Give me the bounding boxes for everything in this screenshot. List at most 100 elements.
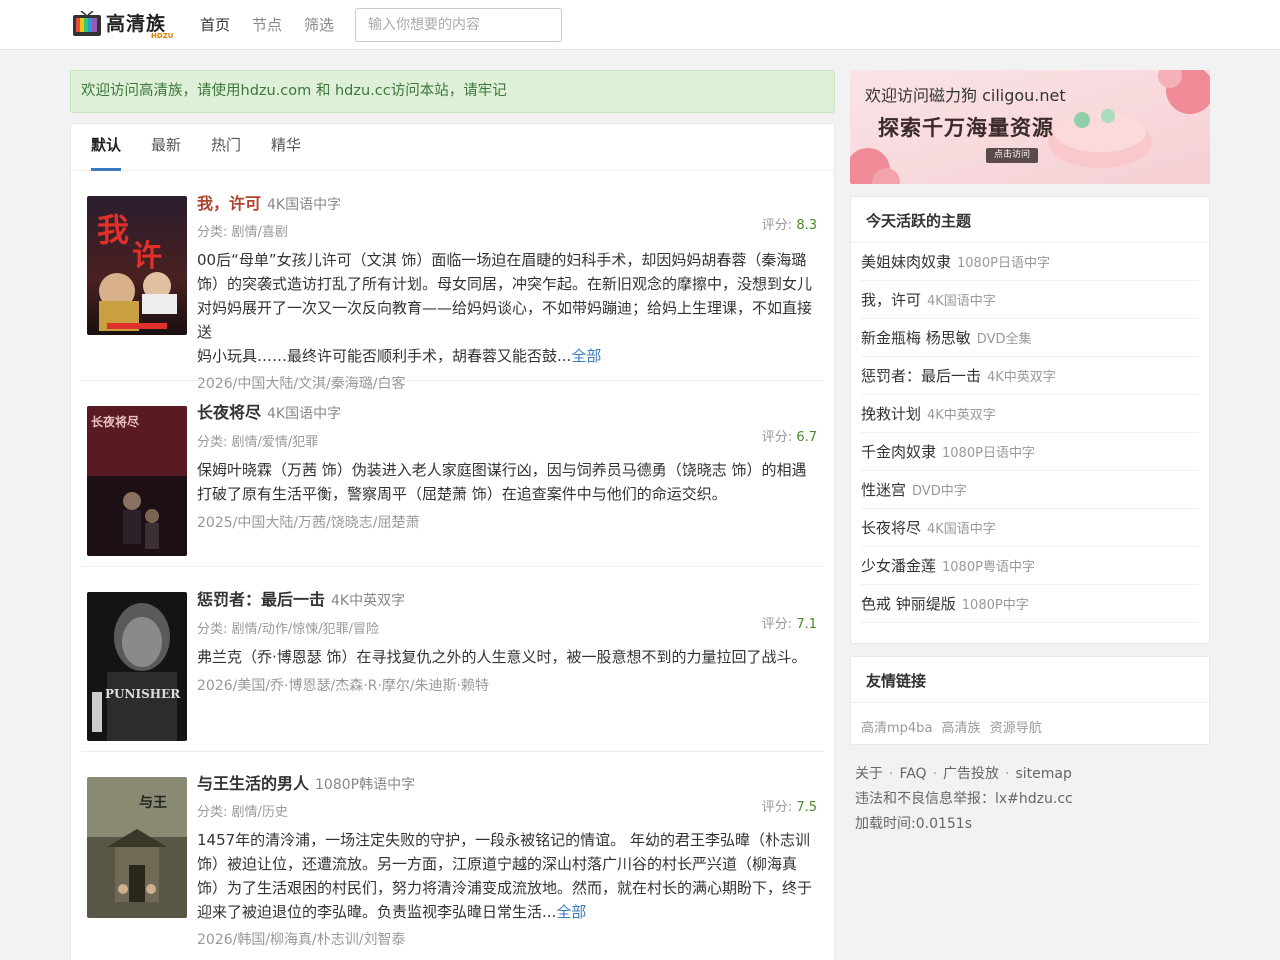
- topic-quality: 4K中英双字: [987, 370, 1056, 385]
- main-nav: 首页 节点 筛选: [200, 0, 356, 50]
- movie-category: 剧情/历史: [231, 805, 288, 820]
- more-link[interactable]: 全部: [571, 347, 601, 365]
- topic-name[interactable]: 惩罚者：最后一击: [861, 367, 981, 385]
- movie-title[interactable]: 与王生活的男人: [197, 774, 309, 793]
- footer-load-time: 加载时间:0.0151s: [855, 816, 972, 832]
- list-item[interactable]: 新金瓶梅 杨思敏 DVD全集: [861, 319, 1199, 357]
- movie-category: 剧情/爱情/犯罪: [231, 435, 319, 450]
- list-item[interactable]: 美姐妹肉奴隶 1080P日语中字: [861, 243, 1199, 281]
- rating-label: 评分:: [761, 800, 793, 815]
- list-item[interactable]: 挽救计划 4K中英双字: [861, 395, 1199, 433]
- nav-filter[interactable]: 筛选: [304, 0, 334, 50]
- movie-description: 00后“母单”女孩儿许可（文淇 饰）面临一场迫在眉睫的妇科手术，却因妈妈胡春蓉（…: [197, 248, 821, 368]
- list-item[interactable]: 惩罚者：最后一击 4K中英双字: [861, 357, 1199, 395]
- topic-name[interactable]: 新金瓶梅 杨思敏: [861, 329, 971, 347]
- movie-quality: 1080P韩语中字: [315, 777, 416, 793]
- nav-home[interactable]: 首页: [200, 0, 230, 50]
- rating-score: 6.7: [796, 430, 817, 445]
- list-item[interactable]: 色戒 钟丽缇版 1080P中字: [861, 585, 1199, 623]
- banner-line2: 探索千万海量资源: [878, 116, 1054, 140]
- tab-default[interactable]: 默认: [91, 124, 122, 171]
- more-link[interactable]: 全部: [556, 903, 586, 921]
- movie-list-panel: 默认 最新 热门 精华 我 许 我，许可 4K国语中字 分类: 剧情/喜剧 评分:: [70, 123, 835, 960]
- topic-quality: 4K中英双字: [927, 408, 996, 423]
- nav-nodes[interactable]: 节点: [252, 0, 282, 50]
- topic-name[interactable]: 我，许可: [861, 291, 921, 309]
- movie-title[interactable]: 惩罚者：最后一击: [197, 590, 325, 609]
- movie-meta: 2026/韩国/柳海真/朴志训/刘智泰: [197, 932, 406, 948]
- banner-line1: 欢迎访问磁力狗 ciligou.net: [865, 86, 1066, 105]
- banner-button[interactable]: 点击访问: [986, 148, 1038, 163]
- movie-poster[interactable]: 长夜将尽: [87, 406, 187, 556]
- movie-quality: 4K国语中字: [267, 197, 342, 213]
- footer-link-sitemap[interactable]: sitemap: [1015, 766, 1071, 782]
- movie-poster[interactable]: PUNISHER: [87, 592, 187, 741]
- list-item[interactable]: 长夜将尽 4K国语中字: [861, 509, 1199, 547]
- movie-quality: 4K国语中字: [267, 406, 342, 422]
- footer-link-faq[interactable]: FAQ: [899, 766, 926, 782]
- topic-quality: 1080P中字: [961, 598, 1029, 613]
- movie-description: 1457年的清泠浦，一场注定失败的守护，一段永被铭记的情谊。 年幼的君王李弘暐（…: [197, 828, 821, 924]
- friend-link[interactable]: 资源导航: [990, 721, 1042, 736]
- friend-link[interactable]: 高清族: [942, 721, 981, 736]
- friend-links-box: 友情链接 高清mp4ba 高清族 资源导航: [850, 656, 1210, 745]
- tab-latest[interactable]: 最新: [151, 124, 181, 171]
- active-topics-list: 美姐妹肉奴隶 1080P日语中字 我，许可 4K国语中字 新金瓶梅 杨思敏 DVD全集…: [851, 243, 1209, 623]
- tab-hot[interactable]: 热门: [211, 124, 241, 171]
- topic-quality: 1080P日语中字: [942, 446, 1035, 461]
- desc-line: 饰）为了生活艰困的村民们，努力将清泠浦变成流放地。然而，就在村长的满心期盼下，终…: [197, 879, 813, 897]
- movie-meta: 2026/美国/乔·博恩瑟/杰森·R·摩尔/朱迪斯·赖特: [197, 678, 490, 694]
- movie-rating: 评分: 8.3: [762, 214, 817, 238]
- desc-line: 00后“母单”女孩儿许可（文淇 饰）面临一场迫在眉睫的妇科手术，却因妈妈胡春蓉（…: [197, 251, 807, 269]
- movie-poster[interactable]: 与王: [87, 777, 187, 918]
- topic-quality: DVD中字: [912, 484, 967, 499]
- list-item[interactable]: 千金肉奴隶 1080P日语中字: [861, 433, 1199, 471]
- topic-quality: 1080P日语中字: [957, 256, 1050, 271]
- movie-poster[interactable]: 我 许: [87, 196, 187, 335]
- list-item[interactable]: 性迷宫 DVD中字: [861, 471, 1199, 509]
- ad-banner[interactable]: 欢迎访问磁力狗 ciligou.net 探索千万海量资源 点击访问: [850, 70, 1210, 184]
- movie-rating: 评分: 7.5: [762, 796, 817, 820]
- sort-tabs: 默认 最新 热门 精华: [71, 124, 834, 171]
- svg-text:长夜将尽: 长夜将尽: [91, 414, 140, 429]
- movie-rating: 评分: 7.1: [762, 613, 817, 637]
- topic-name[interactable]: 少女潘金莲: [861, 557, 936, 575]
- svg-text:与王: 与王: [139, 795, 167, 811]
- category-label: 分类:: [197, 225, 228, 240]
- list-item: 我 许 我，许可 4K国语中字 分类: 剧情/喜剧 评分: 8.3 00后“母单”…: [81, 186, 824, 392]
- desc-line: 1457年的清泠浦，一场注定失败的守护，一段永被铭记的情谊。 年幼的君王李弘暐（…: [197, 831, 810, 849]
- rating-score: 7.1: [796, 617, 817, 632]
- svg-text:PUNISHER: PUNISHER: [105, 687, 181, 701]
- friend-link[interactable]: 高清mp4ba: [861, 721, 932, 736]
- footer: 关于 · FAQ · 广告投放 · sitemap 违法和不良信息举报：lx#hdzu.cc…: [855, 762, 1205, 837]
- topic-name[interactable]: 美姐妹肉奴隶: [861, 253, 951, 271]
- topic-name[interactable]: 长夜将尽: [861, 519, 921, 537]
- desc-line: 饰）被迫让位，还遭流放。另一方面，江原道宁越的深山村落广川谷的村长严兴道（柳海真: [197, 855, 798, 873]
- friend-links-title: 友情链接: [851, 657, 1209, 703]
- site-logo[interactable]: 高清族 HDZU: [70, 6, 174, 42]
- footer-link-about[interactable]: 关于: [855, 766, 883, 782]
- movie-title[interactable]: 我，许可: [197, 194, 261, 213]
- desc-line: 迎来了被迫退位的李弘暐。负责监视李弘暐日常生活...: [197, 903, 557, 921]
- movie-quality: 4K中英双字: [331, 593, 406, 609]
- friend-links-list: 高清mp4ba 高清族 资源导航: [851, 703, 1209, 736]
- rating-label: 评分:: [761, 430, 793, 445]
- rating-label: 评分:: [761, 218, 793, 233]
- list-item: 长夜将尽 长夜将尽 4K国语中字 分类: 剧情/爱情/犯罪 评分: 6.7 保姆叶…: [81, 381, 824, 567]
- tab-featured[interactable]: 精华: [271, 124, 301, 171]
- footer-link-ads[interactable]: 广告投放: [943, 766, 999, 782]
- desc-line: 弗兰克（乔·博恩瑟 饰）在寻找复仇之外的人生意义时，被一股意想不到的力量拉回了战…: [197, 648, 807, 666]
- list-item[interactable]: 少女潘金莲 1080P粤语中字: [861, 547, 1199, 585]
- topic-quality: DVD全集: [976, 332, 1032, 347]
- topic-name[interactable]: 色戒 钟丽缇版: [861, 595, 956, 613]
- movie-rating: 评分: 6.7: [762, 426, 817, 450]
- topic-name[interactable]: 性迷宫: [861, 481, 906, 499]
- list-item[interactable]: 我，许可 4K国语中字: [861, 281, 1199, 319]
- movie-title[interactable]: 长夜将尽: [197, 403, 261, 422]
- topic-name[interactable]: 挽救计划: [861, 405, 921, 423]
- topic-name[interactable]: 千金肉奴隶: [861, 443, 936, 461]
- desc-line: 妈小玩具……最终许可能否顺利手术，胡春蓉又能否鼓...: [197, 347, 572, 365]
- rating-score: 7.5: [796, 800, 817, 815]
- search-input[interactable]: [355, 8, 562, 42]
- topic-quality: 4K国语中字: [927, 522, 996, 537]
